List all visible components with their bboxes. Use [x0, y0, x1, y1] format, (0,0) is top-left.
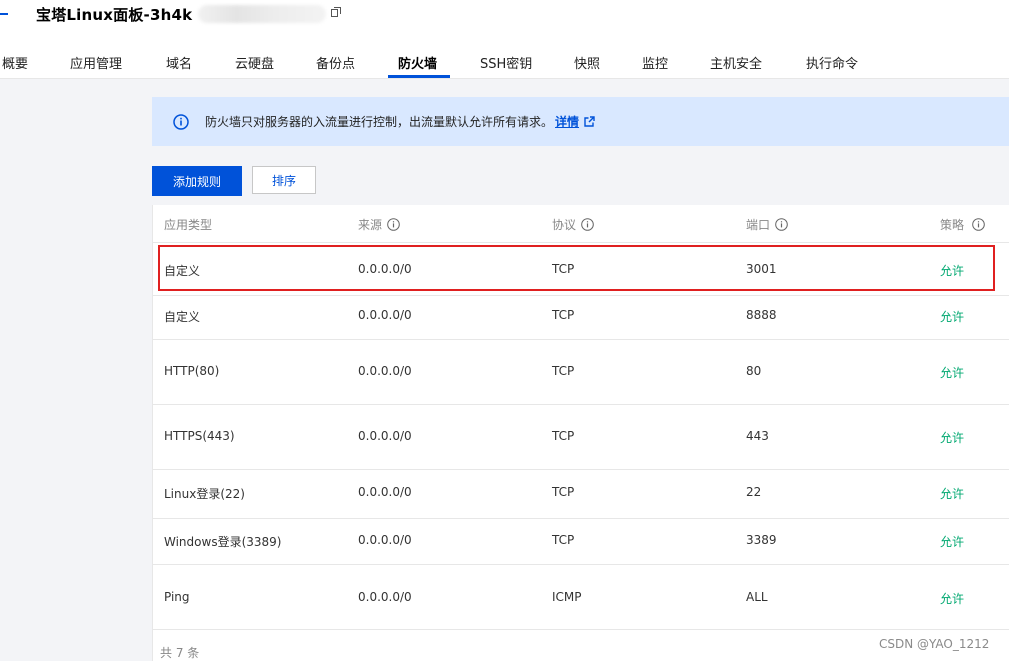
- cell-port: 8888: [746, 308, 777, 322]
- highlight-box: [158, 245, 995, 291]
- cell-port: ALL: [746, 590, 768, 604]
- tab-domain[interactable]: 域名: [166, 53, 192, 72]
- column-header-policy: 策略: [940, 216, 985, 233]
- source-info-icon[interactable]: [387, 218, 400, 231]
- cell-port: 22: [746, 485, 762, 499]
- cell-type: Windows登录(3389): [164, 535, 282, 549]
- table-row[interactable]: HTTP(80) 0.0.0.0/0 TCP 80 允许: [153, 340, 1009, 405]
- cell-source: 0.0.0.0/0: [358, 485, 412, 499]
- cell-source: 0.0.0.0/0: [358, 590, 412, 604]
- cell-source: 0.0.0.0/0: [358, 533, 412, 547]
- copy-icon[interactable]: [331, 7, 341, 17]
- total-count: 共 7 条: [160, 646, 200, 660]
- cell-type: 自定义: [164, 310, 201, 324]
- tab-cloud-disk[interactable]: 云硬盘: [235, 53, 274, 72]
- cell-policy: 允许: [940, 310, 965, 324]
- policy-info-icon[interactable]: [972, 218, 985, 231]
- cell-source: 0.0.0.0/0: [358, 308, 412, 322]
- cell-protocol: TCP: [552, 364, 575, 378]
- tab-firewall[interactable]: 防火墙: [398, 53, 437, 72]
- tab-overview[interactable]: 概要: [2, 53, 28, 72]
- notice-banner: 防火墙只对服务器的入流量进行控制，出流量默认允许所有请求。 详情: [152, 97, 1009, 146]
- redacted-instance-id: [198, 5, 326, 23]
- cell-protocol: ICMP: [552, 590, 582, 604]
- column-header-source: 来源: [358, 216, 400, 233]
- tab-backup[interactable]: 备份点: [316, 53, 355, 72]
- cell-port: 443: [746, 429, 769, 443]
- cell-policy: 允许: [940, 487, 965, 501]
- table-header: 应用类型 来源 协议 端口 策略: [153, 205, 1009, 243]
- tab-run-command[interactable]: 执行命令: [806, 53, 858, 72]
- cell-source: 0.0.0.0/0: [358, 364, 412, 378]
- column-header-port: 端口: [746, 216, 788, 233]
- protocol-info-icon[interactable]: [581, 218, 594, 231]
- cell-protocol: TCP: [552, 485, 575, 499]
- table-row[interactable]: Ping 0.0.0.0/0 ICMP ALL 允许: [153, 565, 1009, 630]
- tab-bar: 概要 应用管理 域名 云硬盘 备份点 防火墙 SSH密钥 快照 监控 主机安全 …: [0, 48, 1009, 79]
- table-row[interactable]: Windows登录(3389) 0.0.0.0/0 TCP 3389 允许: [153, 519, 1009, 565]
- cell-protocol: TCP: [552, 308, 575, 322]
- page-title: 宝塔Linux面板-3h4k: [36, 6, 193, 24]
- column-header-protocol: 协议: [552, 216, 594, 233]
- cell-type: HTTP(80): [164, 364, 220, 378]
- cell-port: 80: [746, 364, 762, 378]
- notice-text-wrap: 防火墙只对服务器的入流量进行控制，出流量默认允许所有请求。 详情: [205, 113, 595, 130]
- cell-type: HTTPS(443): [164, 429, 235, 443]
- port-info-icon[interactable]: [775, 218, 788, 231]
- notice-text: 防火墙只对服务器的入流量进行控制，出流量默认允许所有请求。: [205, 115, 554, 129]
- watermark: CSDN @YAO_1212: [879, 637, 990, 651]
- tab-host-security[interactable]: 主机安全: [710, 53, 762, 72]
- cell-source: 0.0.0.0/0: [358, 429, 412, 443]
- cell-type: Ping: [164, 590, 190, 604]
- back-mark[interactable]: [0, 13, 8, 15]
- cell-policy: 允许: [940, 431, 965, 445]
- cell-protocol: TCP: [552, 533, 575, 547]
- tab-ssh-keys[interactable]: SSH密钥: [480, 53, 532, 72]
- column-header-type: 应用类型: [164, 218, 213, 232]
- cell-type: Linux登录(22): [164, 487, 245, 501]
- active-tab-indicator: [388, 75, 450, 78]
- add-rule-button[interactable]: 添加规则: [152, 166, 242, 196]
- cell-policy: 允许: [940, 366, 965, 380]
- tab-monitor[interactable]: 监控: [642, 53, 668, 72]
- sort-button[interactable]: 排序: [252, 166, 316, 194]
- cell-policy: 允许: [940, 535, 965, 549]
- cell-protocol: TCP: [552, 429, 575, 443]
- tab-app-management[interactable]: 应用管理: [70, 53, 122, 72]
- external-link-icon[interactable]: [584, 116, 595, 127]
- details-link[interactable]: 详情: [555, 115, 579, 129]
- info-icon: [173, 114, 189, 130]
- table-row[interactable]: 自定义 0.0.0.0/0 TCP 8888 允许: [153, 296, 1009, 340]
- tab-snapshot[interactable]: 快照: [574, 53, 600, 72]
- table-row[interactable]: Linux登录(22) 0.0.0.0/0 TCP 22 允许: [153, 470, 1009, 519]
- cell-port: 3389: [746, 533, 777, 547]
- cell-policy: 允许: [940, 592, 965, 606]
- table-row[interactable]: HTTPS(443) 0.0.0.0/0 TCP 443 允许: [153, 405, 1009, 470]
